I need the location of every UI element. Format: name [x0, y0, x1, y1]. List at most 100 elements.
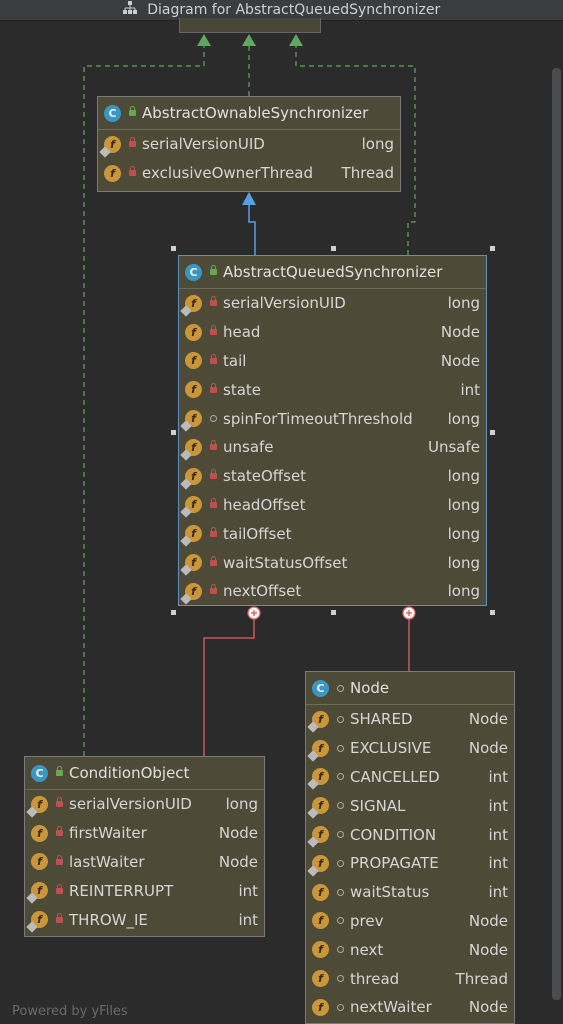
field-icon: f	[180, 410, 202, 432]
field-icon: f	[307, 739, 329, 762]
selection-handle[interactable]	[490, 246, 495, 251]
class-abstract-ownable-synchronizer[interactable]: C AbstractOwnableSynchronizer f serialVer…	[97, 96, 401, 192]
field-type: Node	[468, 998, 508, 1017]
field-row[interactable]: f SIGNAL int	[306, 791, 514, 820]
field-row[interactable]: f lastWaiter Node	[25, 848, 264, 877]
selection-handle[interactable]	[171, 610, 176, 615]
field-row[interactable]: f thread Thread	[306, 964, 514, 993]
field-name: REINTERRUPT	[69, 881, 174, 900]
package-private-icon	[210, 415, 217, 423]
package-private-icon	[337, 684, 344, 692]
field-name: tailOffset	[223, 524, 292, 543]
field-type: Node	[218, 852, 258, 871]
field-icon: f	[185, 323, 202, 341]
field-name: tail	[223, 351, 247, 370]
field-type: int	[238, 881, 258, 900]
field-icon: f	[180, 294, 202, 317]
private-lock-icon	[210, 296, 217, 307]
selection-handle[interactable]	[490, 610, 495, 615]
field-type: Node	[468, 940, 508, 959]
implements-arrow-2	[242, 34, 256, 46]
selection-handle[interactable]	[331, 246, 336, 251]
private-lock-icon	[210, 469, 217, 480]
field-row[interactable]: f serialVersionUID long	[25, 790, 264, 819]
field-type: Node	[218, 824, 258, 843]
field-row[interactable]: f head Node	[179, 318, 486, 347]
field-name: nextWaiter	[350, 998, 432, 1017]
field-row[interactable]: f prev Node	[306, 907, 514, 936]
field-row[interactable]: f REINTERRUPT int	[25, 876, 264, 905]
field-row[interactable]: f nextOffset long	[179, 577, 486, 606]
field-icon: f	[31, 853, 48, 871]
selection-handle[interactable]	[331, 610, 336, 615]
field-name: lastWaiter	[69, 852, 145, 871]
field-icon: f	[99, 135, 121, 158]
field-row[interactable]: f spinForTimeoutThreshold long	[179, 404, 486, 433]
field-row[interactable]: f next Node	[306, 935, 514, 964]
field-type: long	[447, 495, 480, 514]
static-pin-icon	[180, 420, 192, 432]
field-row[interactable]: f SHARED Node	[306, 705, 514, 734]
field-row[interactable]: f state int	[179, 375, 486, 404]
field-row[interactable]: f serialVersionUID long	[179, 289, 486, 318]
class-name: ConditionObject	[69, 764, 190, 782]
field-row[interactable]: f exclusiveOwnerThread Thread	[98, 159, 400, 188]
field-row[interactable]: f headOffset long	[179, 491, 486, 520]
static-pin-icon	[26, 806, 38, 818]
static-pin-icon	[307, 865, 319, 877]
field-row[interactable]: f nextWaiter Node	[306, 993, 514, 1022]
field-row[interactable]: f waitStatus int	[306, 878, 514, 907]
class-icon: C	[104, 104, 121, 122]
field-row[interactable]: f waitStatusOffset long	[179, 548, 486, 577]
selection-handle[interactable]	[490, 430, 495, 435]
static-pin-icon	[180, 593, 192, 605]
static-pin-icon	[180, 564, 192, 576]
class-name: Node	[350, 679, 390, 697]
class-name: AbstractQueuedSynchronizer	[223, 263, 443, 281]
field-name: unsafe	[223, 438, 274, 457]
field-icon: f	[26, 795, 48, 818]
field-row[interactable]: f EXCLUSIVE Node	[306, 734, 514, 763]
field-icon: f	[180, 467, 202, 490]
field-name: stateOffset	[223, 467, 307, 486]
field-row[interactable]: f serialVersionUID long	[98, 130, 400, 159]
field-icon: f	[185, 381, 202, 399]
field-type: long	[447, 294, 480, 313]
field-icon: f	[185, 352, 202, 370]
package-private-icon	[337, 975, 344, 983]
field-name: prev	[350, 911, 384, 930]
field-type: Unsafe	[427, 438, 480, 457]
field-icon: f	[180, 438, 202, 461]
static-pin-icon	[180, 535, 192, 547]
field-type: long	[447, 409, 480, 428]
private-lock-icon	[56, 826, 63, 837]
field-row[interactable]: f tail Node	[179, 347, 486, 376]
class-node[interactable]: C Node f SHARED Node f EXCLUSIVE Node f CANCELL…	[305, 671, 515, 1024]
field-row[interactable]: f CANCELLED int	[306, 763, 514, 792]
static-pin-icon	[180, 478, 192, 490]
selection-handle[interactable]	[171, 430, 176, 435]
field-row[interactable]: f tailOffset long	[179, 519, 486, 548]
field-row[interactable]: f unsafe Unsafe	[179, 433, 486, 462]
field-type: long	[361, 135, 394, 154]
class-condition-object[interactable]: C ConditionObject f serialVersionUID long f…	[24, 756, 265, 937]
field-type: long	[447, 524, 480, 543]
field-type: int	[488, 796, 508, 815]
public-icon	[56, 766, 63, 776]
field-icon: f	[307, 854, 329, 877]
selection-handle[interactable]	[171, 246, 176, 251]
class-abstract-queued-synchronizer[interactable]: C AbstractQueuedSynchronizer f serialVers…	[178, 255, 487, 606]
implements-arrow-3	[289, 34, 303, 46]
field-row[interactable]: f THROW_IE int	[25, 905, 264, 934]
field-icon: f	[312, 970, 329, 988]
vertical-scrollbar[interactable]	[552, 68, 561, 1000]
field-type: Node	[468, 710, 508, 729]
field-row[interactable]: f PROPAGATE int	[306, 849, 514, 878]
field-row[interactable]: f CONDITION int	[306, 820, 514, 849]
class-header: C Node	[306, 672, 514, 705]
field-icon: f	[180, 496, 202, 519]
field-icon: f	[26, 882, 48, 904]
inner-plus-icon-node	[402, 606, 416, 620]
field-row[interactable]: f firstWaiter Node	[25, 819, 264, 848]
field-row[interactable]: f stateOffset long	[179, 462, 486, 491]
